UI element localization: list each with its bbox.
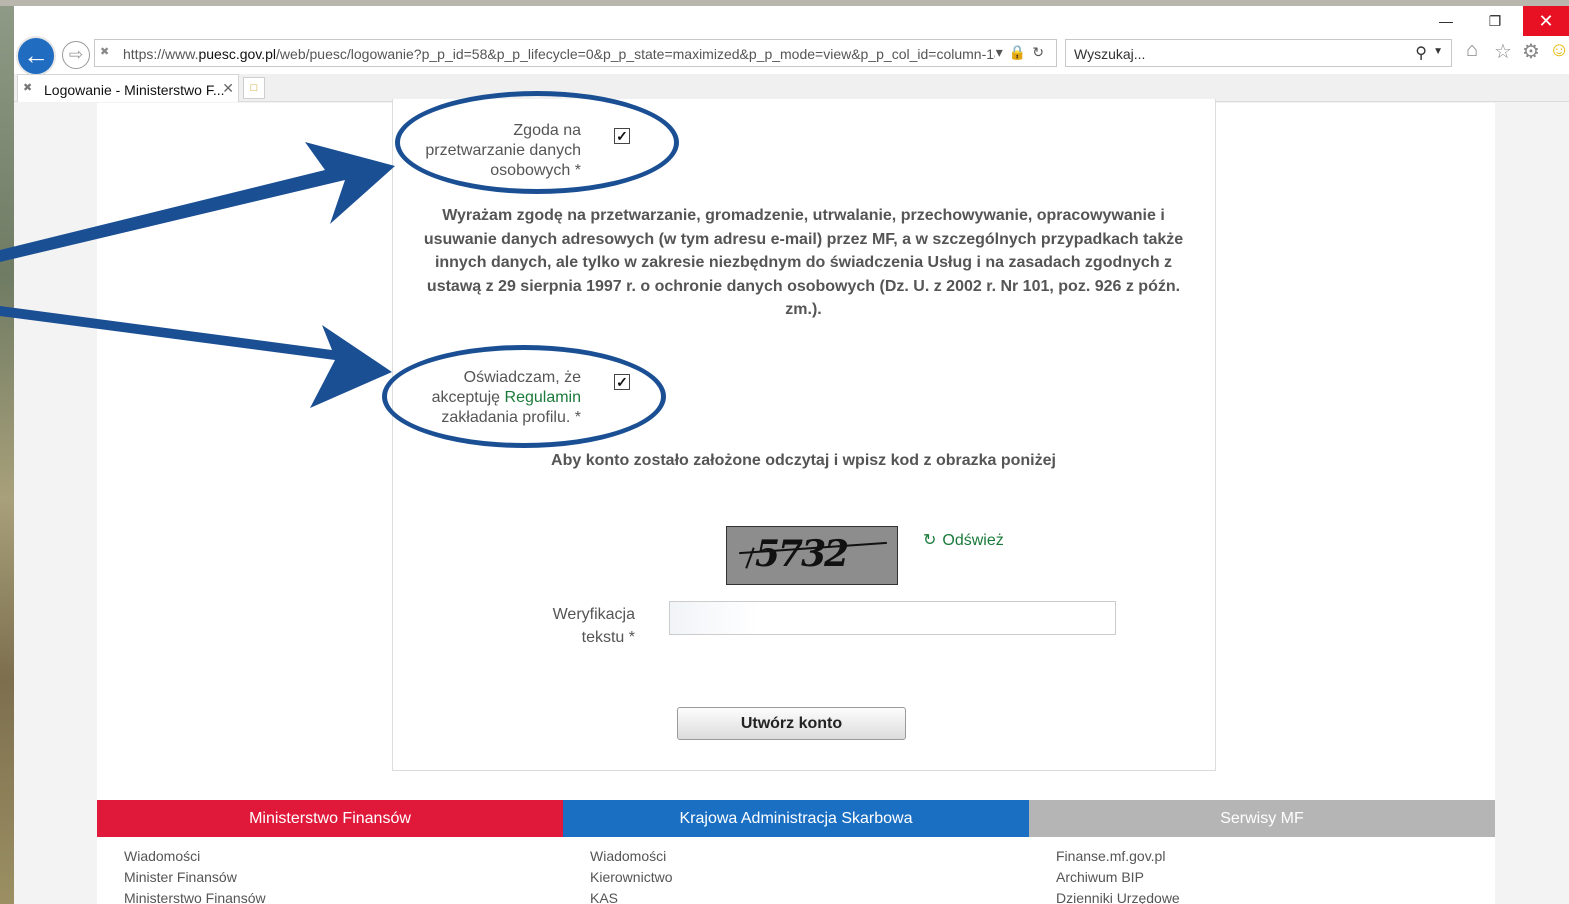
annotation-arrows [0, 142, 395, 408]
annotation-arrow-upper [0, 142, 395, 262]
annotation-arrow-lower [0, 306, 392, 408]
